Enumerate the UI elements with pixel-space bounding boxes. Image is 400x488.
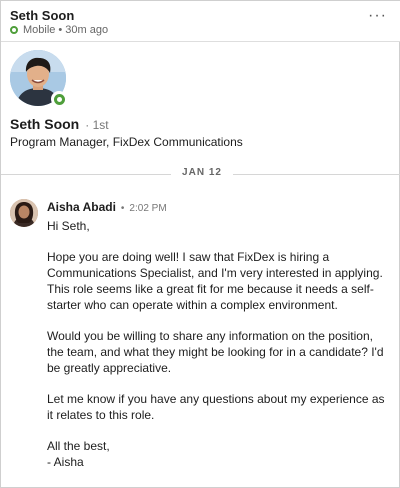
message-window: Seth Soon Mobile • 30m ago ··· Seth Soon… bbox=[0, 0, 400, 488]
divider-line-left bbox=[1, 174, 171, 175]
sender-avatar[interactable] bbox=[10, 199, 38, 227]
online-status-icon bbox=[51, 91, 67, 107]
profile-headline: Program Manager, FixDex Communications bbox=[10, 135, 243, 149]
connection-degree: · 1st bbox=[85, 118, 109, 132]
message-greeting: Hi Seth, bbox=[47, 219, 90, 233]
status-separator: • bbox=[58, 24, 63, 36]
date-label: JAN 12 bbox=[182, 167, 222, 178]
message-paragraph: Let me know if you have any questions ab… bbox=[47, 392, 385, 422]
mobile-presence-icon bbox=[10, 26, 18, 34]
profile-name[interactable]: Seth Soon bbox=[10, 116, 79, 132]
header-contact-name[interactable]: Seth Soon bbox=[10, 8, 74, 23]
profile-name-row: Seth Soon · 1st bbox=[10, 116, 109, 132]
date-divider: JAN 12 bbox=[1, 167, 400, 181]
status-mode: Mobile bbox=[23, 24, 56, 36]
message-signature: - Aisha bbox=[47, 455, 84, 469]
message-body: Hi Seth, Hope you are doing well! I saw … bbox=[47, 218, 387, 470]
message-closing: All the best, bbox=[47, 439, 110, 453]
message-header: Aisha Abadi • 2:02 PM bbox=[47, 200, 167, 214]
more-options-icon[interactable]: ··· bbox=[368, 7, 387, 25]
message-paragraph: Would you be willing to share any inform… bbox=[47, 329, 384, 375]
divider-line-right bbox=[233, 174, 400, 175]
message-meta-separator: • bbox=[120, 203, 125, 214]
status-time: 30m ago bbox=[65, 24, 109, 36]
sender-name[interactable]: Aisha Abadi bbox=[47, 200, 116, 214]
presence-status: Mobile • 30m ago bbox=[10, 24, 108, 36]
message-timestamp: 2:02 PM bbox=[129, 203, 167, 214]
message-paragraph: Hope you are doing well! I saw that FixD… bbox=[47, 250, 383, 312]
conversation-header: Seth Soon Mobile • 30m ago ··· bbox=[1, 1, 400, 42]
